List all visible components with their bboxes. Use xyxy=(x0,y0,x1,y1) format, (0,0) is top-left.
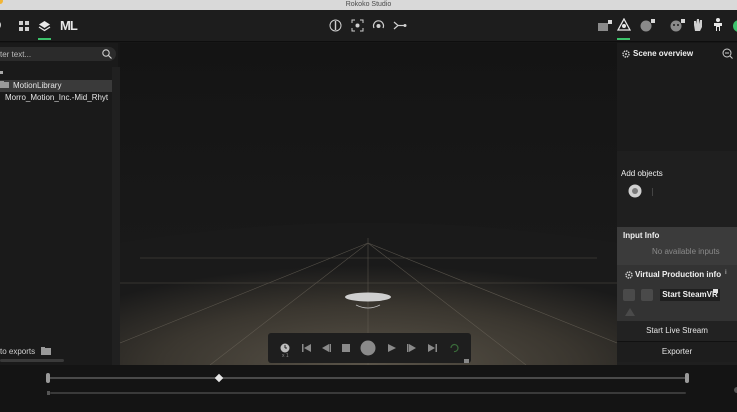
input-info-title: Input Info xyxy=(623,231,660,240)
exports-link[interactable]: to exports xyxy=(0,347,52,357)
lock-icon xyxy=(464,356,469,365)
camera-icon[interactable] xyxy=(597,19,613,33)
folder-icon xyxy=(41,347,52,357)
playhead[interactable] xyxy=(214,373,224,383)
search-box xyxy=(0,47,116,61)
tree-bullet xyxy=(0,71,3,74)
window-title: Rokoko Studio xyxy=(345,1,392,8)
search-icon[interactable] xyxy=(102,49,112,61)
step-back-icon[interactable] xyxy=(322,344,331,354)
scene-icon[interactable] xyxy=(617,18,631,32)
step-forward-icon[interactable] xyxy=(407,344,416,354)
vp-toggle-2[interactable] xyxy=(641,289,653,301)
speed-label: x 1 xyxy=(282,353,289,359)
dashboard-icon[interactable] xyxy=(19,21,29,31)
start-live-stream-button[interactable]: Start Live Stream xyxy=(617,321,737,341)
no-inputs-text: No available inputs xyxy=(652,247,720,256)
hand-icon[interactable] xyxy=(692,18,704,32)
range-start-handle[interactable] xyxy=(46,373,50,383)
loop-icon[interactable] xyxy=(449,343,459,355)
skip-end-icon[interactable] xyxy=(428,344,437,354)
timeline-track[interactable] xyxy=(48,377,687,379)
left-panel-scrollbar[interactable] xyxy=(0,359,64,362)
skip-start-icon[interactable] xyxy=(302,344,311,354)
scan-icon[interactable] xyxy=(351,19,364,32)
virtual-production-title: Virtual Production info xyxy=(635,270,722,279)
active-scene-indicator xyxy=(617,38,630,40)
stop-icon[interactable] xyxy=(342,344,350,354)
tree-item-label: Morro_Motion_Inc.-Mid_Rhyt xyxy=(5,93,109,102)
gear-icon[interactable] xyxy=(625,271,633,281)
scene-overview-section: Scene overview xyxy=(617,43,737,151)
status-icon[interactable] xyxy=(732,19,737,33)
main-toolbar: ML xyxy=(0,10,737,42)
partial-icon[interactable] xyxy=(0,19,4,31)
vp-toggle-1[interactable] xyxy=(623,289,635,301)
exporter-button[interactable]: Exporter xyxy=(617,342,737,362)
app-window: Rokoko Studio ML ter text... MotionLibra… xyxy=(0,0,737,412)
3d-viewport[interactable] xyxy=(120,43,617,365)
timeline-scrollbar[interactable] xyxy=(50,392,686,394)
tree-item-motion-file[interactable]: Morro_Motion_Inc.-Mid_Rhyt xyxy=(0,92,110,104)
warning-icon xyxy=(625,308,635,318)
scene-overview-title: Scene overview xyxy=(633,49,694,58)
add-object-icon[interactable] xyxy=(628,184,642,200)
gear-icon[interactable] xyxy=(622,50,630,60)
playback-controls: x 1 xyxy=(268,333,471,363)
folder-icon xyxy=(0,80,9,92)
exports-label: to exports xyxy=(0,347,36,357)
range-end-handle[interactable] xyxy=(685,373,689,383)
layers-icon[interactable] xyxy=(38,20,51,33)
virtual-production-section: Virtual Production info i Start SteamVR xyxy=(617,265,737,323)
title-bar: Rokoko Studio xyxy=(0,0,737,10)
export-icon[interactable] xyxy=(393,19,407,32)
info-icon[interactable]: i xyxy=(725,270,727,276)
tree-item-label: MotionLibrary xyxy=(13,81,62,91)
lock-icon xyxy=(713,286,718,295)
sphere-icon[interactable] xyxy=(639,18,657,32)
right-panel: Scene overview Add objects Input Info No… xyxy=(617,43,737,365)
left-panel: MotionLibrary Morro_Motion_Inc.-Mid_Rhyt… xyxy=(0,43,119,365)
record-icon[interactable] xyxy=(372,19,385,32)
ml-button[interactable]: ML xyxy=(60,18,78,33)
input-info-section: Input Info No available inputs xyxy=(617,227,737,265)
record-button-icon[interactable] xyxy=(360,340,376,358)
face-icon[interactable] xyxy=(669,18,687,32)
viewport-scene xyxy=(120,43,617,365)
search-input[interactable] xyxy=(0,47,96,61)
body-icon[interactable] xyxy=(713,18,723,32)
zoom-icon[interactable] xyxy=(722,48,733,61)
start-steamvr-button[interactable]: Start SteamVR xyxy=(660,289,720,301)
timeline xyxy=(0,365,737,412)
active-tab-indicator xyxy=(38,38,51,40)
play-icon[interactable] xyxy=(388,344,396,354)
separator xyxy=(652,188,653,196)
panel-splitter[interactable] xyxy=(112,67,120,365)
motion-icon[interactable] xyxy=(329,19,342,32)
add-objects-section: Add objects xyxy=(617,151,737,226)
scroll-handle-left[interactable] xyxy=(47,391,50,395)
origin-marker xyxy=(345,292,391,302)
tree-item-motionlibrary[interactable]: MotionLibrary xyxy=(0,80,112,92)
add-objects-title: Add objects xyxy=(621,169,663,178)
